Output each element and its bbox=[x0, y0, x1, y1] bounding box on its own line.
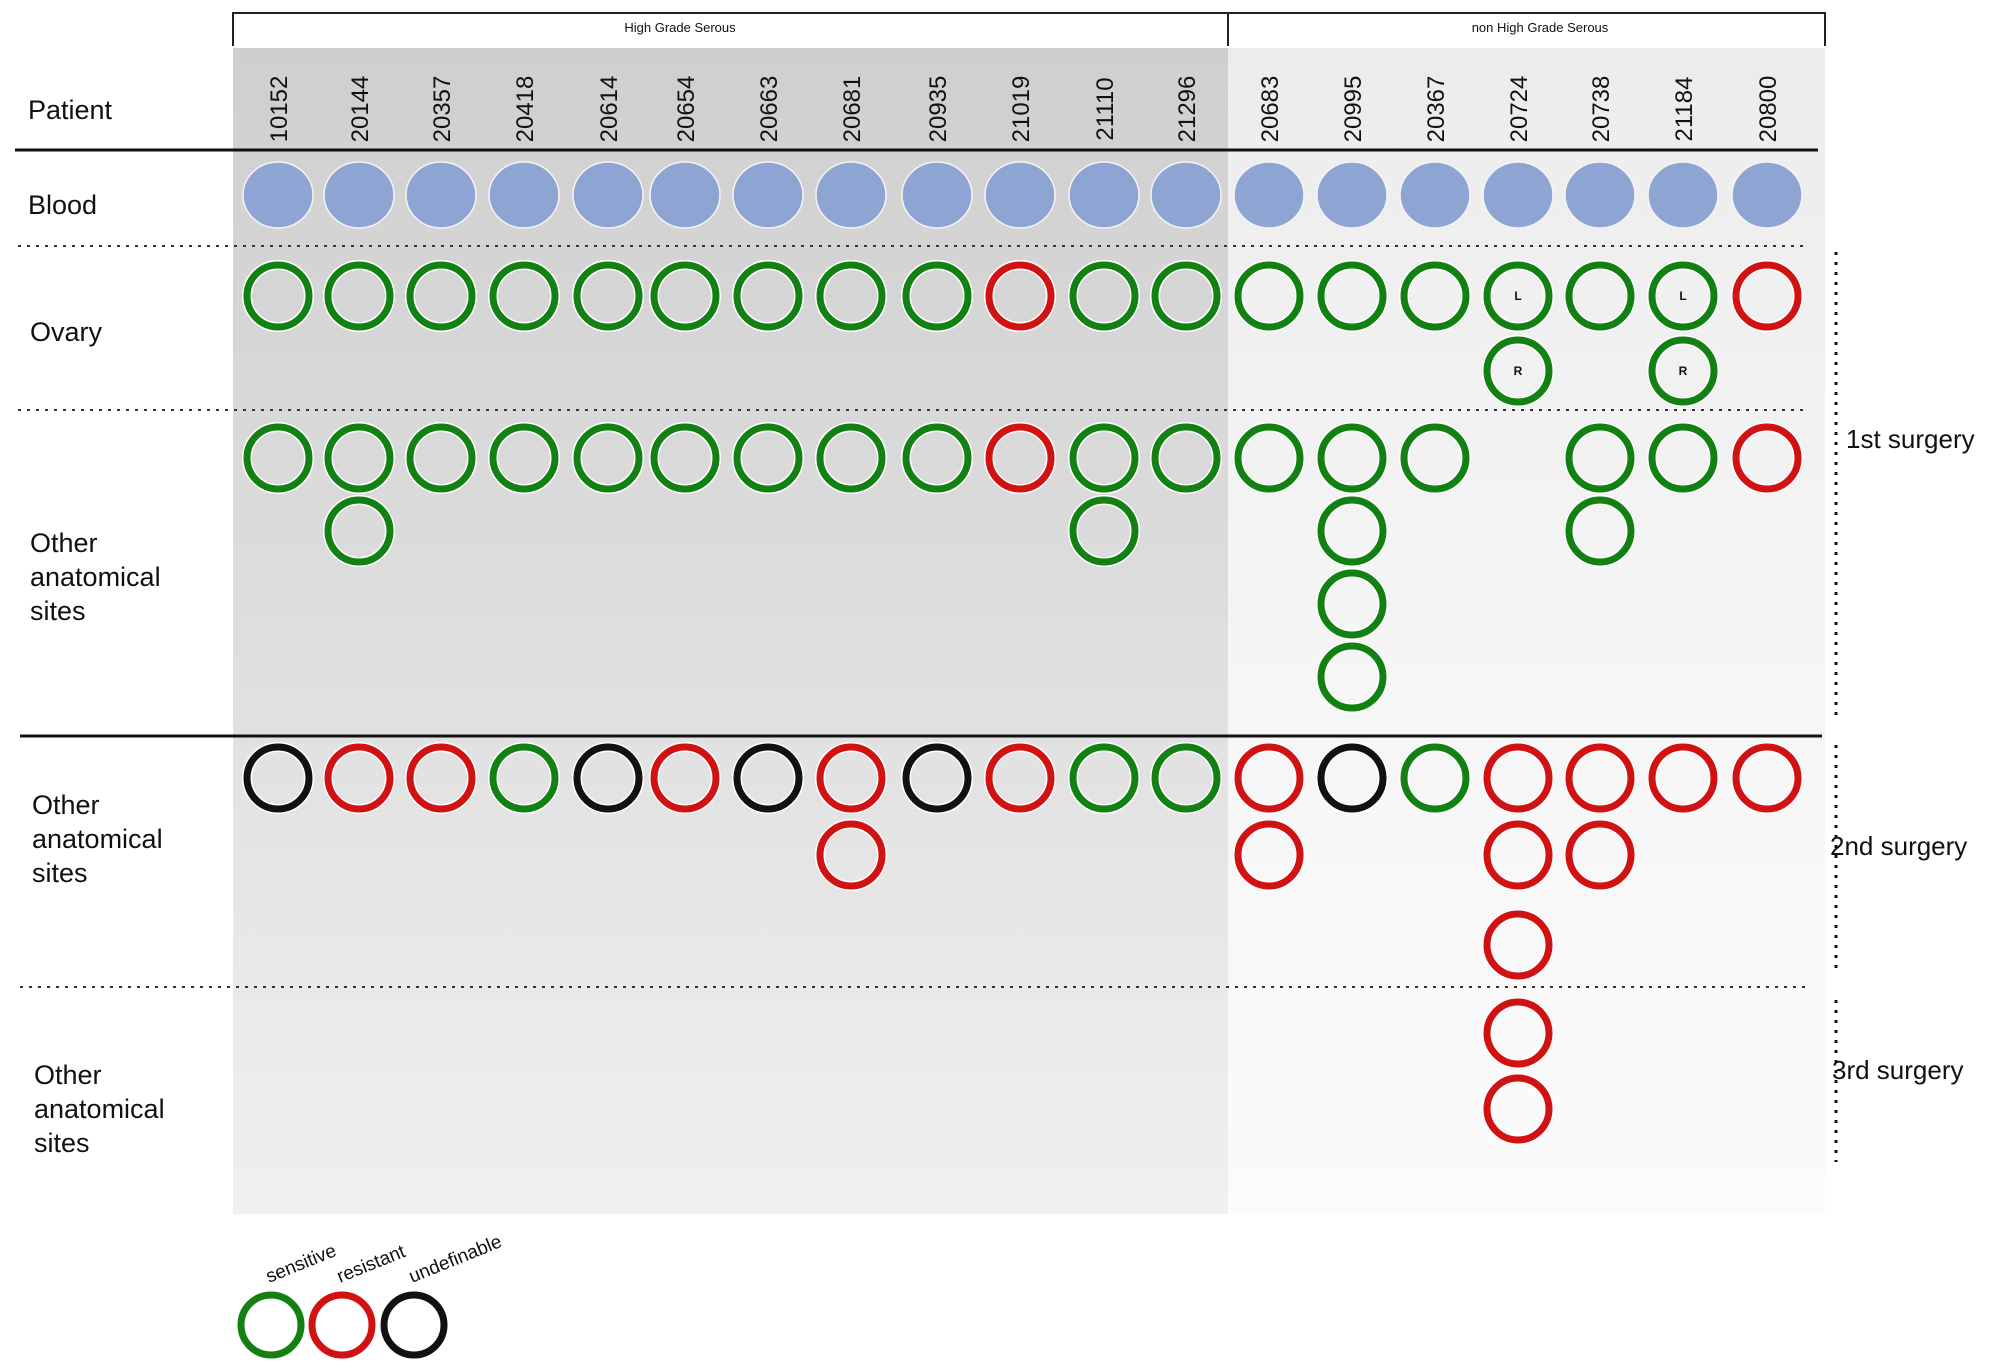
label-line: anatomical bbox=[34, 1094, 165, 1124]
patient-id: 20357 bbox=[429, 76, 456, 143]
blood-sample bbox=[323, 161, 395, 229]
blood-sample bbox=[1647, 161, 1719, 229]
blood-sample bbox=[242, 161, 314, 229]
legend-label: resistant bbox=[334, 1241, 409, 1288]
patient-id: 20614 bbox=[596, 76, 623, 143]
blood-sample bbox=[1399, 161, 1471, 229]
blood-sample bbox=[984, 161, 1056, 229]
label-line: sites bbox=[32, 858, 88, 888]
ovary-side-label: L bbox=[1679, 289, 1686, 303]
group-label-hgs: High Grade Serous bbox=[624, 20, 736, 35]
patient-id: 10152 bbox=[266, 76, 293, 143]
surgery-label-2: 2nd surgery bbox=[1830, 831, 1967, 861]
blood-sample bbox=[1731, 161, 1803, 229]
legend: sensitiveresistantundefinable bbox=[237, 1231, 505, 1359]
blood-sample bbox=[1316, 161, 1388, 229]
row-label-ovary: Ovary bbox=[30, 317, 103, 347]
patient-id: 20683 bbox=[1257, 76, 1284, 143]
blood-sample bbox=[732, 161, 804, 229]
blood-sample bbox=[1150, 161, 1222, 229]
row-label-patient: Patient bbox=[28, 95, 113, 125]
group-bracket-hgs: High Grade Serous bbox=[232, 12, 1229, 46]
blood-sample bbox=[1482, 161, 1554, 229]
ovary-side-label: L bbox=[1514, 289, 1521, 303]
patient-id: 21019 bbox=[1008, 76, 1035, 143]
legend-label: undefinable bbox=[406, 1231, 505, 1287]
blood-sample bbox=[901, 161, 973, 229]
legend-swatch-undefinable bbox=[380, 1291, 448, 1359]
surgery-label-3: 3rd surgery bbox=[1832, 1055, 1964, 1085]
row-label-other-sites-3: Other anatomical sites bbox=[34, 1060, 165, 1158]
patient-id: 20738 bbox=[1588, 76, 1615, 143]
legend-swatch-resistant bbox=[308, 1291, 376, 1359]
label-line: Other bbox=[32, 790, 100, 820]
patient-id: 20800 bbox=[1755, 76, 1782, 143]
surgery-label-1: 1st surgery bbox=[1846, 424, 1975, 454]
ovary-side-label: R bbox=[1514, 364, 1523, 378]
patient-sample-diagram: High Grade Serous non High Grade Serous … bbox=[15, 12, 1975, 1359]
patient-id: 20663 bbox=[756, 76, 783, 143]
label-line: sites bbox=[30, 596, 86, 626]
label-line: Other bbox=[30, 528, 98, 558]
patient-id: 20654 bbox=[673, 76, 700, 143]
blood-sample bbox=[1233, 161, 1305, 229]
blood-sample bbox=[815, 161, 887, 229]
label-line: Other bbox=[34, 1060, 102, 1090]
patient-id: 21110 bbox=[1092, 77, 1119, 140]
label-line: anatomical bbox=[32, 824, 163, 854]
row-label-blood: Blood bbox=[28, 190, 97, 220]
label-line: anatomical bbox=[30, 562, 161, 592]
row-label-other-sites-1: Other anatomical sites bbox=[30, 528, 161, 626]
patient-id: 20367 bbox=[1423, 76, 1450, 143]
patient-id: 20724 bbox=[1506, 76, 1533, 143]
ovary-side-label: R bbox=[1679, 364, 1688, 378]
blood-sample bbox=[405, 161, 477, 229]
patient-id: 20144 bbox=[347, 76, 374, 143]
patient-id: 20681 bbox=[839, 76, 866, 143]
patient-id: 21296 bbox=[1174, 76, 1201, 143]
legend-label: sensitive bbox=[263, 1240, 339, 1287]
blood-sample bbox=[649, 161, 721, 229]
row-label-other-sites-2: Other anatomical sites bbox=[32, 790, 163, 888]
blood-sample bbox=[1068, 161, 1140, 229]
label-line: sites bbox=[34, 1128, 90, 1158]
blood-sample bbox=[572, 161, 644, 229]
blood-sample bbox=[1564, 161, 1636, 229]
group-label-non-hgs: non High Grade Serous bbox=[1472, 20, 1609, 35]
patient-id: 21184 bbox=[1671, 77, 1698, 142]
group-bracket-non-hgs: non High Grade Serous bbox=[1227, 12, 1826, 46]
patient-id: 20995 bbox=[1340, 76, 1367, 143]
blood-sample bbox=[488, 161, 560, 229]
patient-id: 20418 bbox=[512, 76, 539, 143]
patient-id: 20935 bbox=[925, 76, 952, 143]
legend-swatch-sensitive bbox=[237, 1291, 305, 1359]
hgs-panel bbox=[233, 48, 1228, 1214]
